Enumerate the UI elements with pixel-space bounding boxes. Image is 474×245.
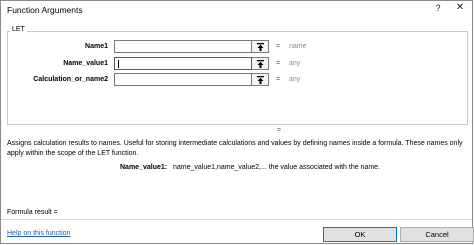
name1-input[interactable] xyxy=(114,40,252,53)
function-arguments-dialog: Function Arguments ? ✕ LET Name1 = name … xyxy=(0,0,474,244)
arg-label-name1: Name1 xyxy=(85,43,108,50)
name-value1-input[interactable] xyxy=(114,57,252,70)
arg-type-hint: name xyxy=(289,43,307,50)
footer-divider xyxy=(1,219,472,220)
group-label: LET xyxy=(10,26,27,33)
arg-type-hint: any xyxy=(289,60,301,67)
arg-label-calculation-or-name2: Calculation_or_name2 xyxy=(33,76,108,83)
arg-label-name-value1: Name_value1 xyxy=(63,60,108,67)
text-caret xyxy=(118,60,119,68)
calculation-or-name2-collapse-button[interactable] xyxy=(252,73,269,86)
function-result-equals: = xyxy=(277,127,282,134)
equals-sign: = xyxy=(276,76,281,83)
help-on-function-link[interactable]: Help on this function xyxy=(7,230,70,237)
collapse-arrow-icon xyxy=(257,76,264,84)
cancel-button[interactable]: Cancel xyxy=(400,227,474,242)
title-bar: Function Arguments ? ✕ xyxy=(1,1,472,19)
close-icon[interactable]: ✕ xyxy=(454,2,466,13)
equals-sign: = xyxy=(276,60,281,67)
formula-result-label: Formula result = xyxy=(7,209,58,216)
help-icon[interactable]: ? xyxy=(432,3,444,13)
dialog-title: Function Arguments xyxy=(7,5,83,15)
function-description: Assigns calculation results to names. Us… xyxy=(7,140,463,157)
ok-button[interactable]: OK xyxy=(323,227,397,242)
name1-collapse-button[interactable] xyxy=(252,40,269,53)
collapse-arrow-icon xyxy=(257,43,264,51)
calculation-or-name2-input[interactable] xyxy=(114,73,252,86)
arg-type-hint: any xyxy=(289,76,301,83)
equals-sign: = xyxy=(276,43,281,50)
collapse-arrow-icon xyxy=(257,60,264,68)
argument-help-name: Name_value1: xyxy=(120,164,168,171)
name-value1-collapse-button[interactable] xyxy=(252,57,269,70)
argument-help-text: name_value1,name_value2,... the value as… xyxy=(173,164,381,171)
